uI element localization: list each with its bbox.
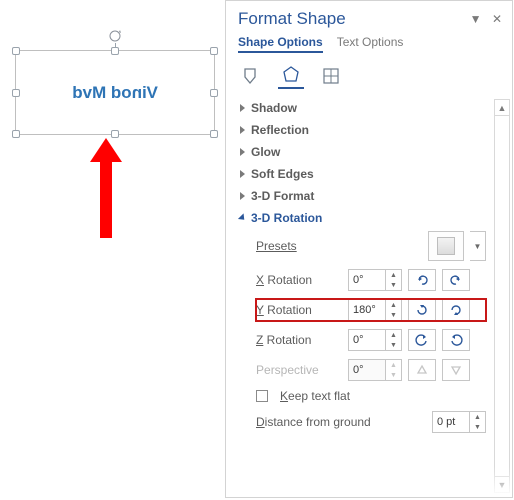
rotation-handle[interactable] — [108, 29, 122, 43]
perspective-up-button — [408, 359, 436, 381]
resize-handle[interactable] — [210, 130, 218, 138]
presets-label: Presets — [256, 239, 342, 253]
tab-shape-options[interactable]: Shape Options — [238, 35, 323, 53]
chevron-up-icon[interactable]: ▲ — [386, 330, 401, 340]
z-rotation-input[interactable]: ▲▼ — [348, 329, 402, 351]
z-rotation-label: Z Rotation — [256, 333, 342, 347]
selected-shape[interactable]: Vinod Mvd — [15, 50, 215, 135]
section-glow[interactable]: Glow — [240, 145, 504, 159]
resize-handle[interactable] — [111, 47, 119, 55]
resize-handle[interactable] — [210, 47, 218, 55]
resize-handle[interactable] — [12, 130, 20, 138]
size-properties-icon[interactable] — [318, 63, 344, 89]
section-3d-format[interactable]: 3-D Format — [240, 189, 504, 203]
presets-dropdown[interactable]: ▼ — [470, 231, 486, 261]
x-rotation-input[interactable]: ▲▼ — [348, 269, 402, 291]
perspective-input: ▲▼ — [348, 359, 402, 381]
resize-handle[interactable] — [12, 47, 20, 55]
scrollbar[interactable]: ▲ ▼ — [494, 99, 510, 493]
document-canvas[interactable]: Vinod Mvd — [0, 0, 225, 498]
y-rotate-up-button[interactable] — [408, 299, 436, 321]
x-rotation-label: X Rotation — [256, 273, 342, 287]
resize-handle[interactable] — [12, 89, 20, 97]
close-icon[interactable]: ✕ — [492, 12, 502, 26]
chevron-down-icon[interactable]: ▼ — [470, 422, 485, 432]
pane-menu-button[interactable]: ▼ — [470, 12, 482, 26]
perspective-down-button — [442, 359, 470, 381]
y-rotation-label: Y Rotation — [256, 303, 342, 317]
z-rotate-cw-button[interactable] — [442, 329, 470, 351]
annotation-arrow — [90, 138, 122, 238]
y-rotation-input[interactable]: ▲▼ — [348, 299, 402, 321]
resize-handle[interactable] — [210, 89, 218, 97]
distance-from-ground-input[interactable]: ▲▼ — [432, 411, 486, 433]
perspective-label: Perspective — [256, 363, 342, 377]
chevron-up-icon[interactable]: ▲ — [386, 300, 401, 310]
z-rotate-ccw-button[interactable] — [408, 329, 436, 351]
scroll-up-icon[interactable]: ▲ — [495, 100, 509, 116]
keep-text-flat-label: Keep text flat — [280, 389, 350, 403]
fill-line-icon[interactable] — [238, 63, 264, 89]
chevron-down-icon[interactable]: ▼ — [386, 280, 401, 290]
chevron-down-icon[interactable]: ▼ — [386, 310, 401, 320]
chevron-up-icon[interactable]: ▲ — [470, 412, 485, 422]
tab-text-options[interactable]: Text Options — [337, 35, 404, 53]
x-rotate-right-button[interactable] — [442, 269, 470, 291]
section-reflection[interactable]: Reflection — [240, 123, 504, 137]
effects-icon[interactable] — [278, 63, 304, 89]
distance-from-ground-label: Distance from ground — [256, 415, 388, 429]
pane-title: Format Shape — [238, 9, 464, 29]
resize-handle[interactable] — [111, 130, 119, 138]
x-rotate-left-button[interactable] — [408, 269, 436, 291]
chevron-up-icon[interactable]: ▲ — [386, 270, 401, 280]
presets-button[interactable] — [428, 231, 464, 261]
format-shape-pane: Format Shape ▼ ✕ Shape Options Text Opti… — [225, 0, 513, 498]
y-rotate-down-button[interactable] — [442, 299, 470, 321]
shape-text: Vinod Mvd — [72, 83, 158, 103]
pane-body: Shadow Reflection Glow Soft Edges 3-D Fo… — [226, 95, 512, 497]
section-soft-edges[interactable]: Soft Edges — [240, 167, 504, 181]
section-shadow[interactable]: Shadow — [240, 101, 504, 115]
keep-text-flat-checkbox[interactable] — [256, 390, 268, 402]
section-3d-rotation[interactable]: 3-D Rotation — [240, 211, 504, 225]
chevron-down-icon[interactable]: ▼ — [386, 340, 401, 350]
